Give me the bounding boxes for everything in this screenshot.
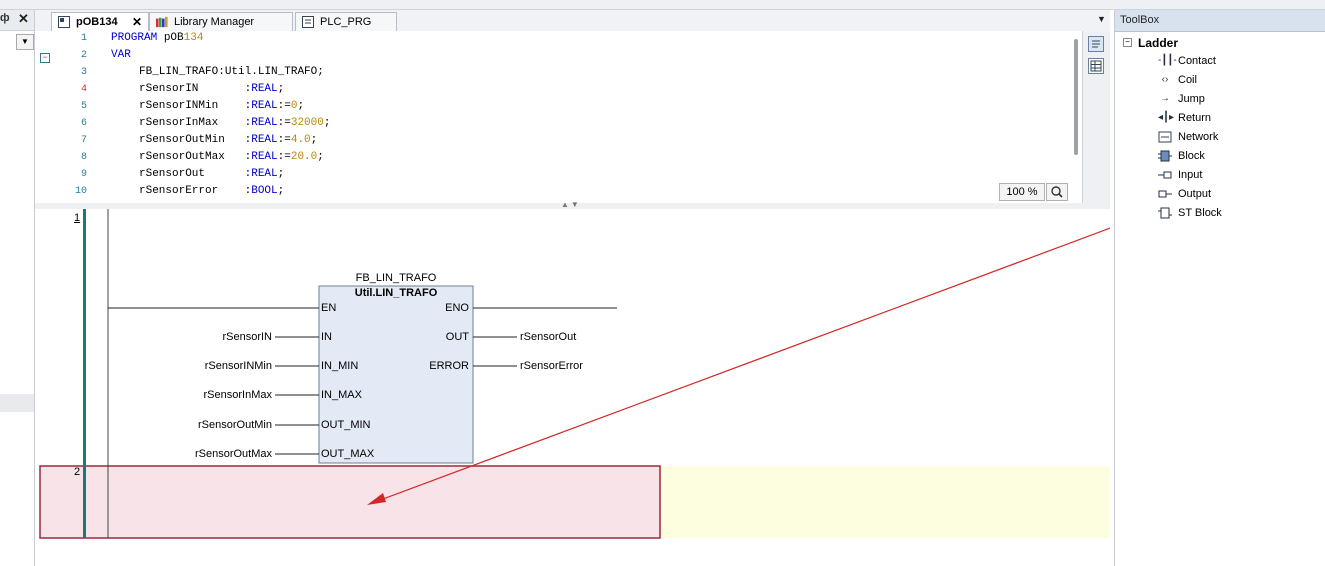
toolbox-panel: ToolBox − Ladder -┃┃- Contact ‹› Coil → …: [1114, 10, 1325, 566]
line-number: 9: [80, 169, 87, 180]
splitter-arrows-icon: ▲▼: [561, 200, 581, 209]
pou-icon: [302, 16, 314, 28]
output-icon: [1158, 188, 1172, 203]
input-variable[interactable]: rSensorIN: [165, 331, 272, 343]
block-type-name: Util.LIN_TRAFO: [354, 287, 438, 299]
line-number: 4: [80, 84, 87, 95]
selected-row[interactable]: [0, 394, 34, 412]
pin-in: IN: [321, 331, 332, 343]
top-toolbar-strip: [0, 0, 1325, 10]
line-number: 7: [80, 135, 87, 146]
network-icon: [1158, 131, 1172, 146]
power-rail: [83, 209, 86, 538]
drop-zone[interactable]: [39, 465, 661, 539]
coil-icon: ‹›: [1161, 74, 1169, 85]
vertical-scrollbar[interactable]: [1074, 39, 1078, 155]
input-icon: [1158, 169, 1172, 184]
toolbox-item-label: Coil: [1178, 74, 1197, 86]
toolbox-item-label: Contact: [1178, 55, 1216, 67]
close-icon[interactable]: ✕: [18, 11, 29, 27]
toolbox-item-label: ST Block: [1178, 207, 1222, 219]
block-icon: [1158, 150, 1172, 165]
line-number: 1: [80, 33, 87, 44]
line-number: 2: [80, 50, 87, 61]
toolbox-item-label: Input: [1178, 169, 1203, 181]
input-variable[interactable]: rSensorINMin: [165, 360, 272, 372]
code-line[interactable]: FB_LIN_TRAFO:Util.LIN_TRAFO;: [139, 66, 324, 78]
code-line[interactable]: rSensorOut :REAL;: [139, 168, 284, 180]
output-variable[interactable]: rSensorOut: [520, 331, 576, 343]
toolbox-item-label: Return: [1178, 112, 1212, 124]
line-number: 6: [80, 118, 87, 129]
toolbox-header: ToolBox: [1115, 10, 1325, 32]
block-instance-name[interactable]: FB_LIN_TRAFO: [319, 272, 473, 284]
network-number: 1: [74, 212, 81, 224]
collapse-icon[interactable]: −: [40, 53, 50, 63]
tab-list-dropdown-icon[interactable]: ▼: [1097, 14, 1106, 24]
code-line[interactable]: PROGRAM pOB134: [111, 32, 203, 44]
chevron-down-icon[interactable]: ▼: [16, 34, 34, 50]
library-icon: [156, 16, 168, 28]
declaration-editor[interactable]: 1 2 3 4 5 6 7 8 9 10 − PROGRAM pOB134 VAR…: [35, 31, 1110, 204]
toolbox-item-label: Output: [1178, 188, 1212, 200]
input-variable[interactable]: rSensorOutMax: [165, 448, 272, 460]
pin-icon[interactable]: ф: [0, 12, 10, 24]
editor-tab-bar: pOB134 ✕ Library Manager PLC_PRG ▼: [35, 10, 1110, 32]
textual-view-icon[interactable]: [1088, 36, 1104, 52]
drag-arrow-line: [374, 227, 1110, 503]
line-number: 10: [74, 186, 87, 197]
toolbox-item-label: Network: [1178, 131, 1219, 143]
left-panel: ф ✕ ▼: [0, 10, 35, 566]
pin-out-max: OUT_MAX: [321, 448, 375, 460]
tab-pob134[interactable]: pOB134 ✕: [51, 12, 149, 32]
pin-out-min: OUT_MIN: [321, 419, 371, 431]
line-number: 3: [80, 67, 87, 78]
tabular-view-icon[interactable]: [1088, 58, 1104, 74]
network-number: 2: [74, 466, 81, 478]
tab-library-manager[interactable]: Library Manager: [149, 12, 293, 31]
tab-label: PLC_PRG: [320, 16, 372, 28]
line-number-gutter: 1 2 3 4 5 6 7 8 9 10 −: [35, 31, 89, 203]
jump-icon: →: [1160, 93, 1170, 104]
zoom-level[interactable]: 100 %: [999, 183, 1045, 201]
ladder-editor[interactable]: 1 2 FB_LIN_TRAFO Util.LIN_TRAFO EN IN IN…: [35, 209, 1110, 566]
pin-in-max: IN_MAX: [321, 389, 362, 401]
pin-error: ERROR: [429, 360, 469, 372]
ladder-canvas: [39, 209, 1110, 539]
pin-en: EN: [321, 302, 337, 314]
left-panel-header: ф ✕: [0, 10, 34, 31]
code-line[interactable]: rSensorIN :REAL;: [139, 83, 284, 95]
input-variable[interactable]: rSensorOutMin: [165, 419, 272, 431]
view-switch-strip: [1082, 31, 1110, 203]
pin-out: OUT: [445, 331, 469, 343]
st-block-icon: [1158, 207, 1172, 222]
code-line[interactable]: rSensorINMin :REAL:=0;: [139, 100, 304, 112]
pin-eno: ENO: [445, 302, 469, 314]
zoom-icon[interactable]: [1046, 183, 1068, 201]
toolbox-item-label: Jump: [1178, 93, 1205, 105]
line-number: 5: [80, 101, 87, 112]
line-number: 8: [80, 152, 87, 163]
code-line[interactable]: rSensorError :BOOL;: [139, 185, 284, 197]
collapse-icon[interactable]: −: [1123, 38, 1132, 47]
pou-icon: [58, 16, 70, 28]
toolbox-item-label: Block: [1178, 150, 1205, 162]
tab-plc-prg[interactable]: PLC_PRG: [295, 12, 397, 31]
tab-label: Library Manager: [174, 16, 255, 28]
output-variable[interactable]: rSensorError: [520, 360, 583, 372]
return-icon: ◂┃▸: [1158, 112, 1175, 123]
code-line[interactable]: rSensorInMax :REAL:=32000;: [139, 117, 330, 129]
code-line[interactable]: VAR: [111, 49, 131, 61]
pin-in-min: IN_MIN: [321, 360, 359, 372]
network-highlight: [660, 466, 1110, 538]
contact-icon: -┃┃-: [1158, 55, 1177, 66]
toolbox-category-ladder[interactable]: Ladder: [1138, 36, 1178, 50]
code-line[interactable]: rSensorOutMax :REAL:=20.0;: [139, 151, 324, 163]
toolbox-title: ToolBox: [1120, 14, 1160, 26]
code-line[interactable]: rSensorOutMin :REAL:=4.0;: [139, 134, 317, 146]
tab-label: pOB134: [76, 16, 118, 28]
input-variable[interactable]: rSensorInMax: [165, 389, 272, 401]
close-icon[interactable]: ✕: [132, 13, 142, 31]
